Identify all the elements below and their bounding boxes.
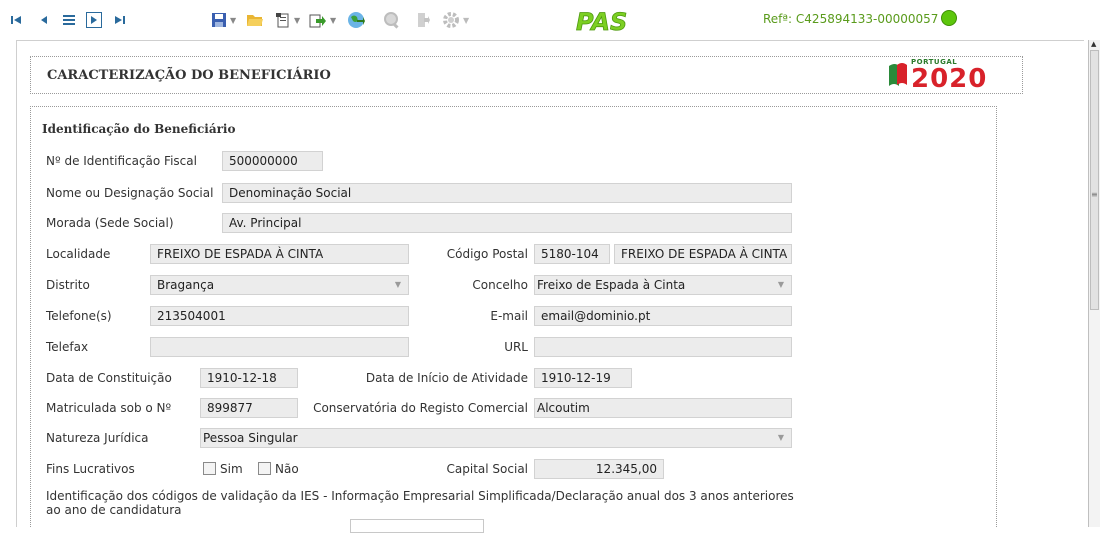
phone-field[interactable]: 213504001 xyxy=(150,306,409,326)
phone-label: Telefone(s) xyxy=(46,309,112,323)
last-record-icon[interactable] xyxy=(112,11,128,29)
capital-label: Capital Social xyxy=(446,462,528,476)
postal-code-label: Código Postal xyxy=(446,247,528,261)
address-label: Morada (Sede Social) xyxy=(46,216,174,230)
new-document-icon[interactable] xyxy=(274,11,292,29)
chevron-down-icon[interactable]: ▼ xyxy=(771,429,791,447)
chevron-down-icon[interactable]: ▼ xyxy=(771,276,791,294)
constitution-date-field[interactable]: 1910-12-18 xyxy=(200,368,298,388)
vertical-scrollbar[interactable]: ▲ ≡ xyxy=(1088,40,1100,527)
reference-number: Refª: C425894133-00000057 xyxy=(763,12,939,26)
council-label: Concelho xyxy=(472,278,528,292)
email-label: E-mail xyxy=(490,309,528,323)
first-record-icon[interactable] xyxy=(8,11,24,29)
activity-start-field[interactable]: 1910-12-19 xyxy=(534,368,632,388)
no-label: Não xyxy=(275,462,299,476)
capital-field[interactable]: 12.345,00 xyxy=(534,459,664,479)
logo-year-text: 2020 xyxy=(911,64,988,94)
pas-logo-text: PAS xyxy=(576,8,627,34)
list-icon[interactable] xyxy=(60,11,78,29)
district-select[interactable]: Bragança ▼ xyxy=(150,275,409,295)
exit-icon xyxy=(415,11,431,29)
legal-nature-value: Pessoa Singular xyxy=(203,431,298,445)
email-field[interactable]: email@dominio.pt xyxy=(534,306,792,326)
settings-icon xyxy=(442,11,460,29)
previous-record-icon[interactable] xyxy=(36,11,52,29)
export-icon[interactable] xyxy=(308,11,326,29)
portugal-2020-logo: PORTUGAL 2020 xyxy=(887,58,997,94)
scroll-grip-icon: ≡ xyxy=(1091,190,1098,199)
yes-label: Sim xyxy=(220,462,243,476)
next-record-icon[interactable] xyxy=(85,11,103,29)
page-title: CARACTERIZAÇÃO DO BENEFICIÁRIO xyxy=(47,68,331,83)
registry-field[interactable]: Alcoutim xyxy=(534,398,792,418)
legal-nature-select[interactable]: Pessoa Singular ▼ xyxy=(200,428,792,448)
address-field[interactable]: Av. Principal xyxy=(222,213,792,233)
name-field[interactable]: Denominação Social xyxy=(222,183,792,203)
url-label: URL xyxy=(504,340,528,354)
save-dropdown-icon[interactable]: ▼ xyxy=(230,16,236,25)
postal-locality-field[interactable]: FREIXO DE ESPADA À CINTA xyxy=(614,244,792,264)
chevron-down-icon[interactable]: ▼ xyxy=(388,276,408,294)
yes-checkbox[interactable] xyxy=(203,462,216,475)
save-icon[interactable] xyxy=(210,11,228,29)
nif-label: Nº de Identificação Fiscal xyxy=(46,154,197,168)
status-indicator-icon xyxy=(941,10,957,26)
legal-nature-label: Natureza Jurídica xyxy=(46,431,149,445)
locality-field[interactable]: FREIXO DE ESPADA À CINTA xyxy=(150,244,409,264)
district-label: Distrito xyxy=(46,278,90,292)
district-value: Bragança xyxy=(157,278,215,292)
fax-label: Telefax xyxy=(46,340,89,354)
ies-note: Identificação dos códigos de validação d… xyxy=(46,489,794,517)
portugal-flag-icon xyxy=(889,63,907,86)
council-value: Freixo de Espada à Cinta xyxy=(537,278,686,292)
nif-field[interactable]: 500000000 xyxy=(222,151,323,171)
council-select[interactable]: Freixo de Espada à Cinta ▼ xyxy=(534,275,792,295)
export-dropdown-icon[interactable]: ▼ xyxy=(330,16,336,25)
ies-code-field[interactable] xyxy=(350,519,484,533)
section-title: Identificação do Beneficiário xyxy=(42,122,236,136)
open-folder-icon[interactable] xyxy=(246,11,264,29)
pas-logo-icon[interactable]: PAS xyxy=(575,6,627,34)
registered-label: Matriculada sob o Nº xyxy=(46,401,172,415)
search-icon xyxy=(383,11,401,29)
globe-icon[interactable] xyxy=(347,11,365,29)
no-checkbox[interactable] xyxy=(258,462,271,475)
settings-dropdown-icon: ▼ xyxy=(463,16,470,25)
scroll-up-icon[interactable]: ▲ xyxy=(1091,40,1096,48)
locality-label: Localidade xyxy=(46,247,111,261)
scrollbar-thumb[interactable] xyxy=(1090,50,1099,310)
fax-field[interactable] xyxy=(150,337,409,357)
section-header: CARACTERIZAÇÃO DO BENEFICIÁRIO xyxy=(30,56,1023,94)
registered-field[interactable]: 899877 xyxy=(200,398,298,418)
name-label: Nome ou Designação Social xyxy=(46,186,214,200)
new-dropdown-icon[interactable]: ▼ xyxy=(294,16,300,25)
toolbar: ▼ ▼ ▼ ▼ PAS Refª: C425894133-00000057 xyxy=(0,0,1100,40)
registry-label: Conservatória do Registo Comercial xyxy=(313,401,528,415)
postal-code-field[interactable]: 5180-104 xyxy=(534,244,610,264)
constitution-date-label: Data de Constituição xyxy=(46,371,172,385)
url-field[interactable] xyxy=(534,337,792,357)
profit-label: Fins Lucrativos xyxy=(46,462,135,476)
activity-start-label: Data de Início de Atividade xyxy=(365,371,528,385)
